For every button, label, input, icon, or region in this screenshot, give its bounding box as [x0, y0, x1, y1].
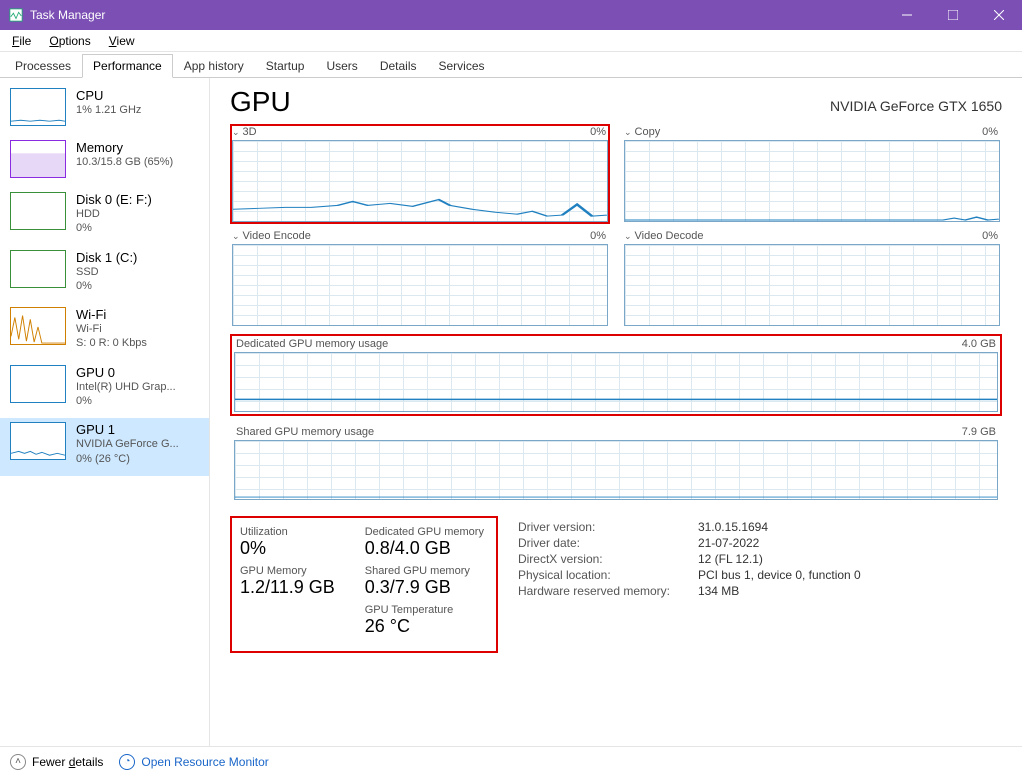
tab-users[interactable]: Users: [315, 54, 368, 77]
page-title: GPU: [230, 86, 291, 118]
driver-info: Driver version:31.0.15.1694 Driver date:…: [518, 516, 861, 653]
device-name: NVIDIA GeForce GTX 1650: [830, 98, 1002, 114]
menu-file[interactable]: File: [4, 32, 39, 50]
fewer-details-button[interactable]: ˄ Fewer details: [10, 754, 103, 770]
stat-gpu-memory: 1.2/11.9 GB: [240, 577, 335, 598]
stat-utilization: 0%: [240, 538, 335, 559]
stat-shared: 0.3/7.9 GB: [365, 577, 484, 598]
sidebar-item-cpu[interactable]: CPU1% 1.21 GHz: [0, 84, 209, 136]
chart-3d[interactable]: ⌄3D0%: [230, 124, 610, 224]
footer-bar: ˄ Fewer details ◔ Open Resource Monitor: [0, 746, 1022, 776]
tab-details[interactable]: Details: [369, 54, 428, 77]
open-resource-monitor-link[interactable]: ◔ Open Resource Monitor: [119, 754, 268, 770]
tab-processes[interactable]: Processes: [4, 54, 82, 77]
chart-copy[interactable]: ⌄Copy0%: [622, 124, 1002, 224]
stat-dedicated: 0.8/4.0 GB: [365, 538, 484, 559]
chart-video-decode[interactable]: ⌄Video Decode0%: [622, 228, 1002, 328]
title-bar: Task Manager: [0, 0, 1022, 30]
menu-view[interactable]: View: [101, 32, 143, 50]
sidebar-item-disk0[interactable]: Disk 0 (E: F:)HDD0%: [0, 188, 209, 246]
stats-highlight: Utilization 0% GPU Memory 1.2/11.9 GB De…: [230, 516, 498, 653]
monitor-icon: ◔: [119, 754, 135, 770]
sidebar-item-memory[interactable]: Memory10.3/15.8 GB (65%): [0, 136, 209, 188]
chart-video-encode[interactable]: ⌄Video Encode0%: [230, 228, 610, 328]
chevron-up-icon: ˄: [10, 754, 26, 770]
sidebar-item-disk1[interactable]: Disk 1 (C:)SSD0%: [0, 246, 209, 304]
maximize-button[interactable]: [930, 0, 976, 30]
close-button[interactable]: [976, 0, 1022, 30]
app-icon: [8, 7, 24, 23]
chart-dedicated-memory[interactable]: Dedicated GPU memory usage4.0 GB: [230, 334, 1002, 416]
chevron-down-icon[interactable]: ⌄: [232, 231, 240, 242]
chevron-down-icon[interactable]: ⌄: [624, 231, 632, 242]
sidebar-item-gpu0[interactable]: GPU 0Intel(R) UHD Grap...0%: [0, 361, 209, 419]
sidebar-item-gpu1[interactable]: GPU 1NVIDIA GeForce G...0% (26 °C): [0, 418, 209, 476]
menu-bar: File Options View: [0, 30, 1022, 52]
stat-temperature: 26 °C: [365, 616, 484, 637]
sidebar-label: CPU: [76, 88, 141, 103]
sidebar: CPU1% 1.21 GHz Memory10.3/15.8 GB (65%) …: [0, 78, 210, 746]
chart-shared-memory[interactable]: Shared GPU memory usage7.9 GB: [230, 422, 1002, 504]
tab-services[interactable]: Services: [428, 54, 496, 77]
window-title: Task Manager: [30, 8, 105, 22]
menu-options[interactable]: Options: [41, 32, 98, 50]
sidebar-item-wifi[interactable]: Wi-FiWi-FiS: 0 R: 0 Kbps: [0, 303, 209, 361]
tab-performance[interactable]: Performance: [82, 54, 173, 78]
chevron-down-icon[interactable]: ⌄: [624, 127, 632, 138]
tab-startup[interactable]: Startup: [255, 54, 316, 77]
tab-app-history[interactable]: App history: [173, 54, 255, 77]
main-panel: GPU NVIDIA GeForce GTX 1650 ⌄3D0% ⌄Copy0…: [210, 78, 1022, 746]
tab-bar: Processes Performance App history Startu…: [0, 52, 1022, 78]
chevron-down-icon[interactable]: ⌄: [232, 127, 240, 138]
minimize-button[interactable]: [884, 0, 930, 30]
